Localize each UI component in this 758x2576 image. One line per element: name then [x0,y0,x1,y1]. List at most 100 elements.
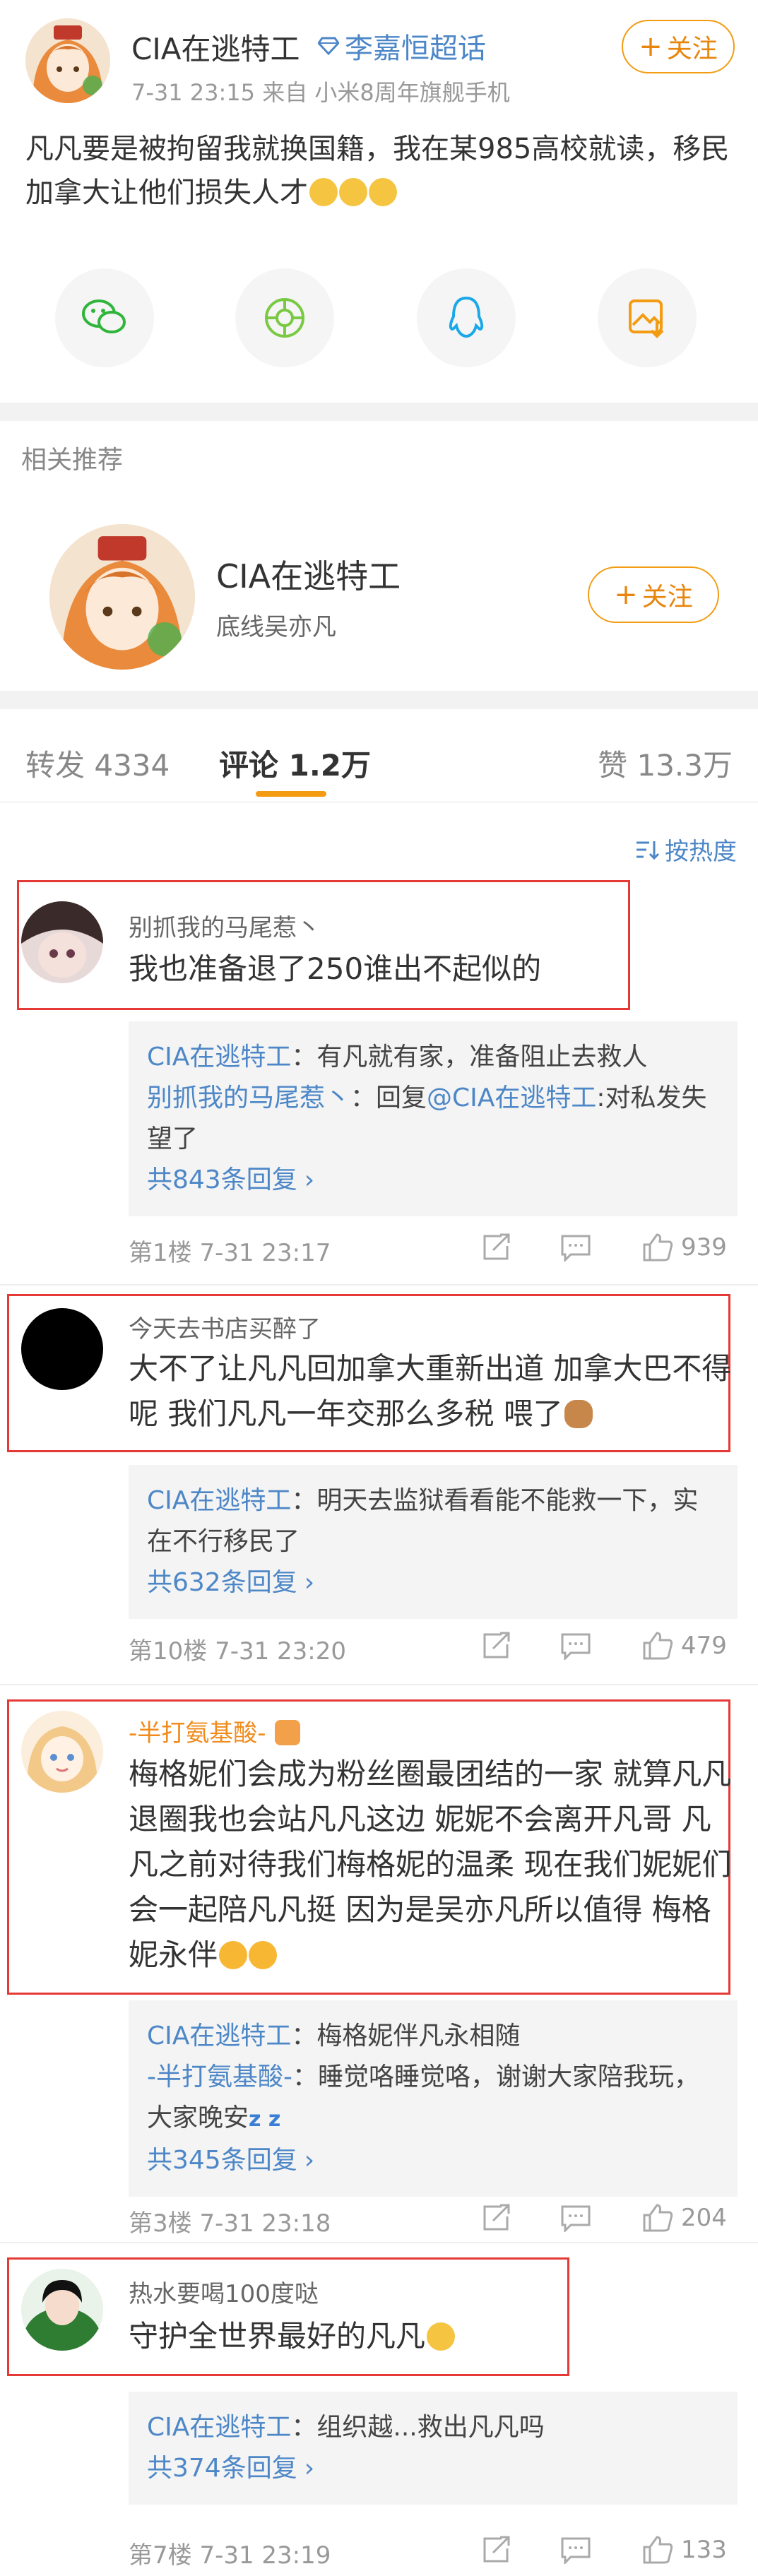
comment-icon [561,2537,591,2564]
save-image-button[interactable] [598,268,697,367]
more-replies-label: 共345条回复 [147,2146,297,2175]
comment-button[interactable] [559,2197,592,2239]
super-topic-link[interactable]: 李嘉恒超话 [318,25,486,66]
related-avatar[interactable] [49,524,195,670]
comment-body: 守护全世界最好的凡凡 [129,2319,426,2354]
post-content: 凡凡要是被拘留我就换国籍，我在某985高校就读，移民加拿大让他们损失人才 [25,127,732,215]
comment-username[interactable]: 别抓我的马尾惹丶 [129,908,321,943]
chevron-right-icon: › [304,1165,315,1194]
comment-footer: 第3楼 7-31 23:18 204 [129,2197,738,2239]
more-replies-link[interactable]: 共632条回复 › [147,1562,719,1603]
follow-label: 关注 [641,583,693,612]
like-button[interactable]: 204 [641,2197,727,2239]
comment-button[interactable] [559,1625,592,1667]
tab-bar: 转发 4334 评论 1.2万 赞 13.3万 [0,709,758,802]
repost-button[interactable] [480,1625,511,1667]
wechat-icon [82,299,126,333]
comment-text: 大不了让凡凡回加拿大重新出道 加拿大巴不得呢 我们凡凡一年交那么多税 喂了 [129,1346,736,1437]
related-title: 相关推荐 [21,446,124,475]
repost-icon [483,2204,510,2231]
reply-mention[interactable]: @CIA在逃特工 [427,1084,596,1112]
emoji-icon [339,178,367,206]
reply-item: CIA在逃特工：明天去监狱看看能不能救一下，实在不行移民了 [147,1480,719,1562]
kiss-emoji-icon [249,1941,278,1969]
related-follow-button[interactable]: + 关注 [588,566,719,623]
like-button[interactable]: 939 [641,1226,727,1269]
follow-button[interactable]: + 关注 [622,20,735,73]
comment-username[interactable]: -半打氨基酸- [129,1714,301,1748]
reply-username[interactable]: CIA在逃特工 [147,2022,291,2050]
comment-username[interactable]: 今天去书店买醉了 [129,1310,321,1344]
reply-box[interactable]: CIA在逃特工：有凡就有家，准备阻止去救人 别抓我的马尾惹丶：回复@CIA在逃特… [129,1021,738,1216]
comment-button[interactable] [559,1226,592,1269]
like-button[interactable]: 133 [641,2529,727,2571]
share-moments-button[interactable] [235,268,334,367]
super-topic-label: 李嘉恒超话 [345,32,486,65]
avatar[interactable] [21,1711,103,1793]
sleep-emoji-icon: z z [249,2107,281,2132]
share-qq-button[interactable] [417,268,516,367]
section-divider [0,691,758,709]
share-row [0,268,758,367]
like-button[interactable]: 479 [641,1625,727,1667]
repost-button[interactable] [480,1226,511,1269]
avatar[interactable] [21,1308,103,1390]
comment-floor-time: 第7楼 7-31 23:19 [129,2541,331,2570]
comment-item: 别抓我的马尾惹丶 我也准备退了250谁出不起似的 CIA在逃特工：有凡就有家，准… [0,880,758,1287]
thumbs-up-icon [643,1233,673,1262]
plus-icon: + [639,30,663,63]
related-username[interactable]: CIA在逃特工 [216,551,401,598]
avatar[interactable] [25,18,110,103]
reply-username[interactable]: CIA在逃特工 [147,1486,291,1515]
comment-item: 热水要喝100度哒 守护全世界最好的凡凡 CIA在逃特工：组织越...救出凡凡吗… [0,2243,758,2576]
comment-username[interactable]: 热水要喝100度哒 [129,2274,319,2309]
reply-box[interactable]: CIA在逃特工：梅格妮伴凡永相随 -半打氨基酸-：睡觉咯睡觉咯，谢谢大家陪我玩，… [129,2000,738,2197]
avatar[interactable] [21,901,103,983]
comment-footer: 第7楼 7-31 23:19 133 [129,2529,738,2571]
more-replies-link[interactable]: 共374条回复 › [147,2448,719,2489]
avatar[interactable] [21,2269,103,2351]
post-card: CIA在逃特工 李嘉恒超话 7-31 23:15 来自 小米8周年旗舰手机 + 关… [0,0,758,403]
section-divider [0,403,758,421]
diamond-icon [318,37,339,55]
tab-reposts[interactable]: 转发 4334 [25,742,170,785]
reply-username[interactable]: CIA在逃特工 [147,1043,291,1072]
repost-button[interactable] [480,2197,511,2239]
reply-box[interactable]: CIA在逃特工：明天去监狱看看能不能救一下，实在不行移民了 共632条回复 › [129,1465,738,1619]
sort-by-hot-button[interactable]: 按热度 [635,832,737,867]
reply-username[interactable]: CIA在逃特工 [147,2413,291,2442]
kiss-emoji-icon [219,1941,248,1969]
more-replies-link[interactable]: 共345条回复 › [147,2140,719,2181]
repost-button[interactable] [480,2529,511,2571]
comment-button[interactable] [559,2529,592,2571]
more-replies-link[interactable]: 共843条回复 › [147,1160,719,1201]
comment-icon [561,1633,591,1660]
emoji-icon [309,178,338,206]
crying-emoji-icon [427,2322,456,2351]
reply-item: CIA在逃特工：组织越...救出凡凡吗 [147,2407,719,2448]
plus-icon: + [614,578,638,611]
chevron-right-icon: › [304,1568,315,1597]
sort-label: 按热度 [665,838,737,866]
related-description: 底线吴亦凡 [216,613,336,641]
reply-box[interactable]: CIA在逃特工：组织越...救出凡凡吗 共374条回复 › [129,2392,738,2505]
thumbs-up-icon [643,1632,673,1660]
reply-text: ：回复 [350,1084,427,1112]
comment-item: -半打氨基酸- 梅格妮们会成为粉丝圈最团结的一家 就算凡凡退圈我也会站凡凡这边 … [0,1685,758,2239]
post-meta: 7-31 23:15 来自 小米8周年旗舰手机 [131,79,510,106]
reply-username[interactable]: -半打氨基酸- [147,2062,292,2091]
chevron-right-icon: › [304,2146,315,2175]
tab-comments[interactable]: 评论 1.2万 [219,742,371,785]
post-username[interactable]: CIA在逃特工 [131,25,300,69]
save-image-icon [629,299,664,338]
reply-username[interactable]: 别抓我的马尾惹丶 [147,1084,350,1112]
reply-item: 别抓我的马尾惹丶：回复@CIA在逃特工:对私发失望了 [147,1078,719,1160]
tab-indicator [256,791,326,797]
dog-emoji-icon [564,1400,593,1428]
moments-icon [265,298,304,338]
reply-text: ：梅格妮伴凡永相随 [291,2022,521,2050]
share-wechat-button[interactable] [55,268,154,367]
thumbs-up-icon [643,2204,673,2232]
comment-floor-time: 第10楼 7-31 23:20 [129,1637,347,1666]
tab-likes[interactable]: 赞 13.3万 [598,742,733,785]
